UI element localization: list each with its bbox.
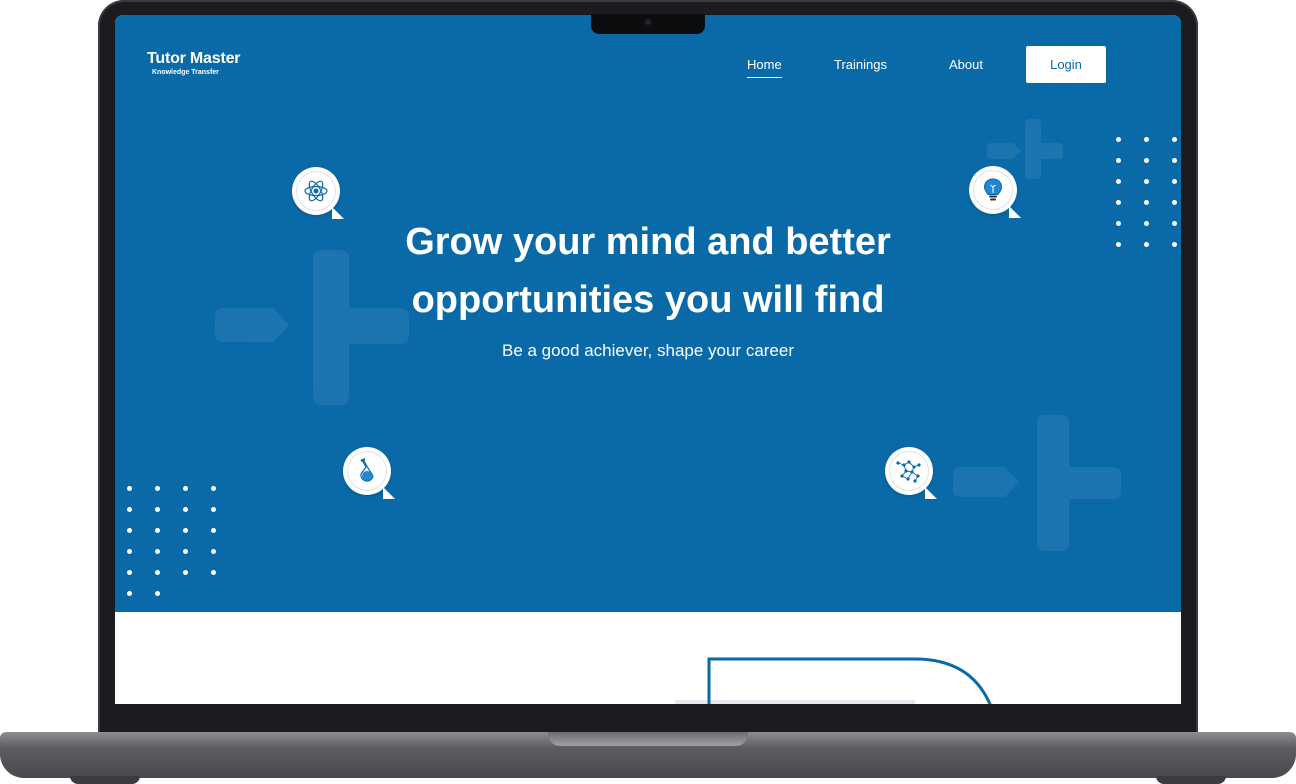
nav-link-trainings[interactable]: Trainings	[834, 57, 887, 72]
flask-bubble	[343, 447, 391, 495]
laptop-foot-left	[70, 776, 140, 784]
main-nav: Home Trainings About Login	[115, 46, 1181, 84]
hero-headline-line-2: opportunities you will find	[411, 279, 885, 321]
network-icon	[896, 460, 921, 483]
hero-headline-line-1: Grow your mind and better	[405, 221, 891, 263]
network-bubble	[885, 447, 933, 495]
lightbulb-bubble	[969, 166, 1017, 214]
decorative-arrow-shape-right	[953, 415, 1121, 551]
atom-bubble	[292, 167, 340, 215]
login-button[interactable]: Login	[1026, 46, 1106, 83]
atom-icon	[304, 180, 328, 202]
hero-subheadline: Be a good achiever, shape your career	[501, 341, 795, 360]
camera-icon	[644, 18, 652, 26]
hero-headline: Grow your mind and better opportunities …	[115, 213, 1181, 329]
lightbulb-icon	[983, 178, 1003, 201]
laptop-foot-right	[1156, 776, 1226, 784]
laptop-screen: Tutor Master Knowledge Transfer Home Tra…	[115, 15, 1181, 704]
dot-grid-bottom-left	[127, 486, 216, 596]
nav-link-about[interactable]: About	[949, 57, 983, 72]
hero-section: Tutor Master Knowledge Transfer Home Tra…	[115, 15, 1181, 612]
next-section-preview	[115, 612, 1181, 704]
decorative-outline-shape	[675, 657, 992, 704]
nav-link-home[interactable]: Home	[747, 57, 782, 78]
laptop-base-opening	[548, 732, 748, 746]
laptop-notch	[591, 14, 705, 34]
flask-icon	[360, 458, 374, 482]
